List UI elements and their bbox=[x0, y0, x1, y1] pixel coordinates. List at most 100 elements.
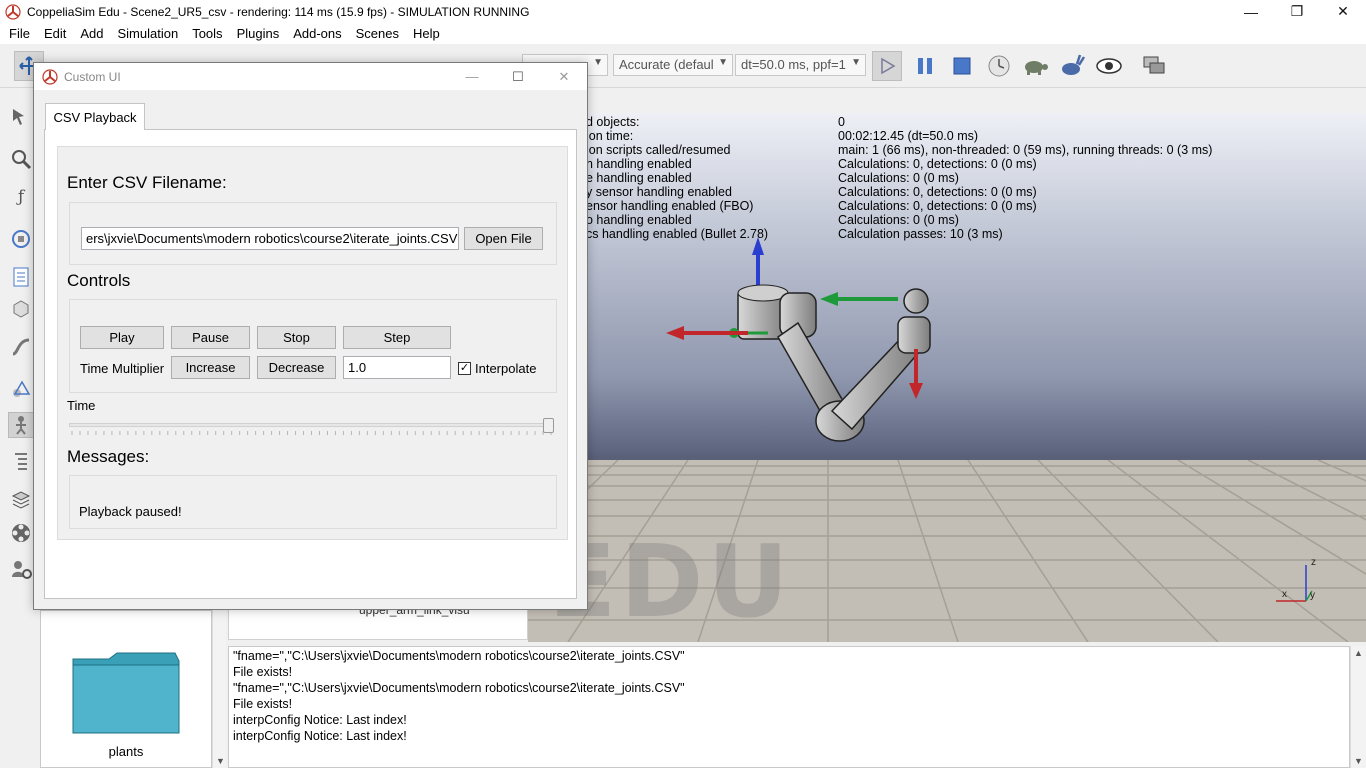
minimize-button[interactable]: — bbox=[1228, 0, 1274, 23]
ur5-robot-model[interactable] bbox=[648, 233, 968, 453]
toggle-views-icon[interactable] bbox=[1139, 51, 1169, 81]
csv-playback-pane: Enter CSV Filename: ers\jxvie\Documents\… bbox=[44, 129, 577, 599]
engine-accuracy-value: Accurate (defaul bbox=[619, 57, 714, 72]
time-multiplier-label: Time Multiplier bbox=[80, 361, 165, 376]
info-value: 0 bbox=[838, 115, 845, 129]
messages-heading: Messages: bbox=[67, 447, 150, 466]
stop-button[interactable]: Stop bbox=[257, 326, 336, 349]
csv-filename-input[interactable]: ers\jxvie\Documents\modern robotics\cour… bbox=[81, 227, 459, 250]
pause-simulation-icon[interactable] bbox=[910, 51, 940, 81]
menu-add-ons[interactable]: Add-ons bbox=[286, 26, 348, 41]
scene-objects-icon[interactable] bbox=[8, 226, 34, 252]
console-line: interpConfig Notice: Last index! bbox=[233, 729, 407, 743]
document-icon[interactable] bbox=[8, 264, 34, 290]
info-label: ensor handling enabled (FBO) bbox=[586, 199, 754, 213]
user-settings-icon[interactable] bbox=[8, 556, 34, 582]
folder-icon[interactable] bbox=[71, 651, 181, 735]
menu-file[interactable]: File bbox=[2, 26, 37, 41]
menu-help[interactable]: Help bbox=[406, 26, 447, 41]
main-title-bar: CoppeliaSim Edu - Scene2_UR5_csv - rende… bbox=[0, 0, 1366, 23]
coppeliasim-logo-icon bbox=[42, 68, 58, 85]
info-value: 00:02:12.45 (dt=50.0 ms) bbox=[838, 129, 979, 143]
zoom-icon[interactable] bbox=[8, 146, 34, 172]
menu-scenes[interactable]: Scenes bbox=[349, 26, 406, 41]
play-button[interactable]: Play bbox=[80, 326, 164, 349]
start-simulation-icon[interactable] bbox=[872, 51, 902, 81]
console-scrollbar[interactable]: ▲ ▼ bbox=[1350, 646, 1366, 768]
info-value: Calculations: 0, detections: 0 (0 ms) bbox=[838, 185, 1037, 199]
menu-simulation[interactable]: Simulation bbox=[111, 26, 186, 41]
info-label: y sensor handling enabled bbox=[586, 185, 732, 199]
real-time-clock-icon[interactable] bbox=[984, 51, 1014, 81]
info-value: Calculations: 0 (0 ms) bbox=[838, 171, 959, 185]
info-value: main: 1 (66 ms), non-threaded: 0 (59 ms)… bbox=[838, 143, 1213, 157]
menu-bar: File Edit Add Simulation Tools Plugins A… bbox=[0, 23, 1366, 44]
model-browser-scrollbar[interactable]: ▼ bbox=[212, 610, 226, 768]
message-text: Playback paused! bbox=[79, 504, 182, 519]
window-title: CoppeliaSim Edu - Scene2_UR5_csv - rende… bbox=[27, 4, 530, 19]
time-slider-ticks bbox=[71, 431, 552, 435]
3d-viewport[interactable]: EDU d objects: 0 ion time: 00:02:12.45 (dt… bbox=[528, 113, 1366, 642]
info-label: e handling enabled bbox=[586, 171, 692, 185]
selection-mode-icon[interactable] bbox=[8, 104, 34, 130]
time-slider-track[interactable] bbox=[69, 423, 554, 427]
decrease-button[interactable]: Decrease bbox=[257, 356, 336, 379]
console-line: "fname=","C:\Users\jxvie\Documents\moder… bbox=[233, 681, 685, 695]
timestep-value: dt=50.0 ms, ppf=1 bbox=[741, 57, 846, 72]
film-reel-icon[interactable] bbox=[8, 520, 34, 546]
info-value: Calculations: 0 (0 ms) bbox=[838, 213, 959, 227]
model-browser-icon[interactable] bbox=[8, 412, 34, 438]
axis-label-x: x bbox=[1282, 589, 1287, 600]
speed-up-rabbit-icon[interactable] bbox=[1057, 51, 1087, 81]
path-icon[interactable] bbox=[8, 334, 34, 360]
shapes-icon[interactable] bbox=[8, 376, 34, 402]
axis-label-z: z bbox=[1311, 557, 1316, 568]
playback-group: Enter CSV Filename: ers\jxvie\Documents\… bbox=[57, 146, 568, 540]
status-console[interactable]: "fname=","C:\Users\jxvie\Documents\moder… bbox=[228, 646, 1350, 768]
visualization-eye-icon[interactable] bbox=[1094, 51, 1124, 81]
timestep-select[interactable]: dt=50.0 ms, ppf=1 ▼ bbox=[735, 54, 866, 76]
time-slider-handle[interactable] bbox=[543, 418, 554, 433]
menu-plugins[interactable]: Plugins bbox=[230, 26, 287, 41]
open-file-button[interactable]: Open File bbox=[464, 227, 543, 250]
info-value: Calculations: 0, detections: 0 (0 ms) bbox=[838, 199, 1037, 213]
dialog-title-bar[interactable]: Custom UI — ☐ ✕ bbox=[34, 63, 587, 90]
dialog-close-button[interactable]: ✕ bbox=[541, 63, 587, 90]
filename-group: ers\jxvie\Documents\modern robotics\cour… bbox=[69, 202, 557, 265]
menu-tools[interactable]: Tools bbox=[185, 26, 229, 41]
dialog-minimize-button[interactable]: — bbox=[449, 63, 495, 90]
time-multiplier-input[interactable]: 1.0 bbox=[343, 356, 451, 379]
menu-edit[interactable]: Edit bbox=[37, 26, 73, 41]
info-label: ion time: bbox=[586, 129, 634, 143]
controls-group: Play Pause Stop Step Time Multiplier Inc… bbox=[69, 299, 557, 393]
stop-simulation-icon[interactable] bbox=[947, 51, 977, 81]
maximize-button[interactable]: ❐ bbox=[1274, 0, 1320, 23]
menu-add[interactable]: Add bbox=[73, 26, 110, 41]
scene-hierarchy-icon[interactable] bbox=[8, 448, 34, 474]
engine-accuracy-select[interactable]: Accurate (defaul ▼ bbox=[613, 54, 733, 76]
pause-button[interactable]: Pause bbox=[171, 326, 250, 349]
function-fx-icon[interactable]: ƒ bbox=[8, 184, 34, 210]
increase-button[interactable]: Increase bbox=[171, 356, 250, 379]
folder-label[interactable]: plants bbox=[41, 744, 211, 759]
info-label: ion scripts called/resumed bbox=[586, 143, 731, 157]
step-button[interactable]: Step bbox=[343, 326, 451, 349]
console-line: File exists! bbox=[233, 665, 293, 679]
info-value: Calculations: 0, detections: 0 (0 ms) bbox=[838, 157, 1037, 171]
dialog-title: Custom UI bbox=[64, 69, 121, 84]
interpolate-checkbox[interactable]: ✓ bbox=[458, 362, 471, 375]
axis-label-y: y bbox=[1310, 590, 1315, 601]
interpolate-label: Interpolate bbox=[475, 361, 537, 376]
close-button[interactable]: ✕ bbox=[1320, 0, 1366, 23]
layers-icon[interactable] bbox=[8, 486, 34, 512]
info-label: o handling enabled bbox=[586, 213, 692, 227]
world-frame-axes: z x y bbox=[1276, 557, 1316, 602]
custom-ui-dialog: Custom UI — ☐ ✕ CSV Playback Enter CSV F… bbox=[33, 62, 588, 610]
controls-heading: Controls bbox=[67, 271, 131, 290]
console-line: "fname=","C:\Users\jxvie\Documents\moder… bbox=[233, 649, 685, 663]
dialog-maximize-button[interactable]: ☐ bbox=[495, 63, 541, 90]
slow-down-turtle-icon[interactable] bbox=[1020, 51, 1050, 81]
tab-csv-playback[interactable]: CSV Playback bbox=[45, 103, 145, 130]
cube-icon[interactable] bbox=[8, 296, 34, 322]
coppeliasim-logo-icon bbox=[5, 3, 21, 20]
